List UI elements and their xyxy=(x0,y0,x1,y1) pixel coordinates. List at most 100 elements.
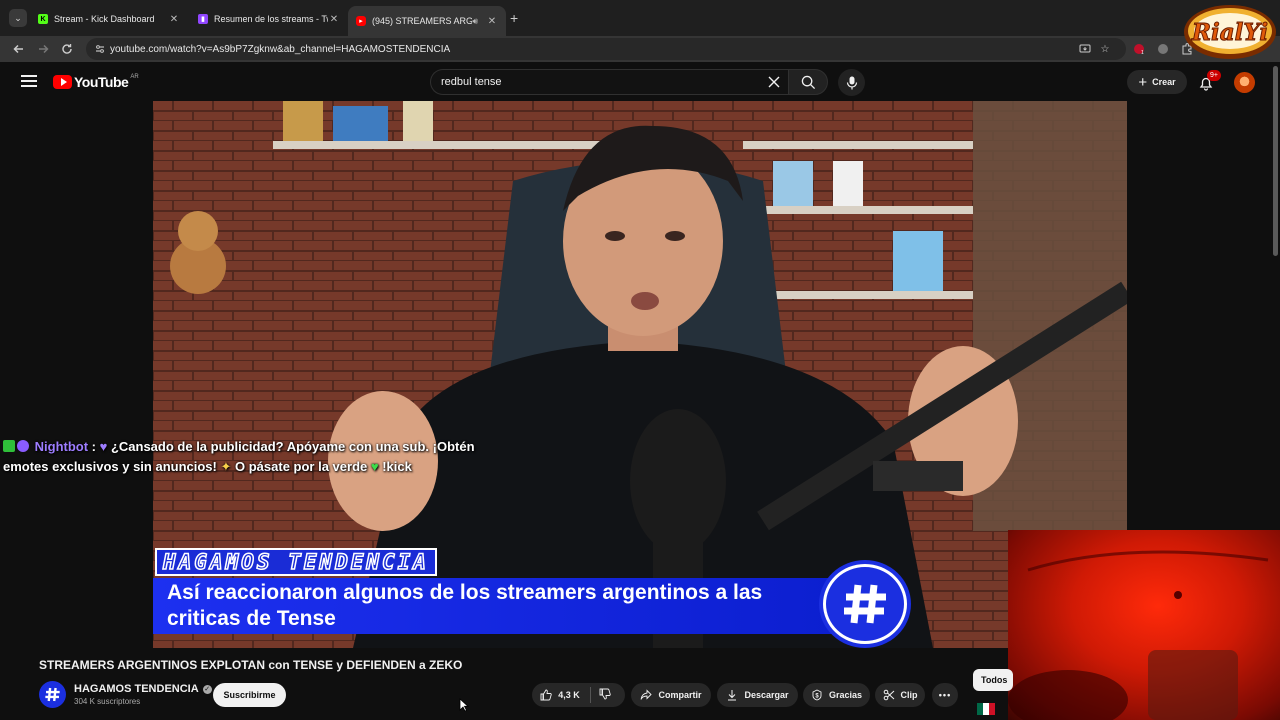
youtube-logo[interactable]: YouTube AR xyxy=(53,73,139,90)
back-button[interactable] xyxy=(10,40,28,58)
notifications-badge: 9+ xyxy=(1207,70,1221,81)
url-text: youtube.com/watch?v=As9bP7Zgknw&ab_chann… xyxy=(110,43,451,55)
youtube-icon: ▸ xyxy=(356,16,366,26)
chat-username: Nightbot xyxy=(34,439,89,454)
more-actions-button[interactable]: ••• xyxy=(932,683,958,707)
lower-third-tag: HAGAMOS TENDENCIA xyxy=(155,548,437,576)
tab-close-icon[interactable]: ✕ xyxy=(328,14,340,25)
browser-tab-kick[interactable]: K Stream - Kick Dashboard ✕ xyxy=(30,6,188,32)
share-icon xyxy=(641,689,653,700)
page-scrollbar[interactable] xyxy=(1273,66,1278,256)
search-button[interactable] xyxy=(788,69,828,95)
thumbs-up-icon xyxy=(540,689,552,701)
address-bar[interactable]: youtube.com/watch?v=As9bP7Zgknw&ab_chann… xyxy=(86,38,1126,60)
chat-text-line2a: emotes exclusivos y sin anuncios! xyxy=(3,459,217,474)
bookmark-star-icon[interactable]: ☆ xyxy=(1097,41,1113,57)
reload-button[interactable] xyxy=(58,40,76,58)
browser-toolbar: youtube.com/watch?v=As9bP7Zgknw&ab_chann… xyxy=(0,36,1280,62)
share-label: Compartir xyxy=(658,690,702,700)
like-count: 4,3 K xyxy=(558,690,580,700)
green-heart-icon: ♥ xyxy=(370,459,379,474)
account-avatar[interactable] xyxy=(1234,72,1255,93)
extension-icon[interactable]: 1 xyxy=(1131,41,1147,57)
channel-avatar[interactable] xyxy=(39,681,66,708)
twitch-icon: ▮ xyxy=(198,14,208,24)
forward-button[interactable] xyxy=(34,40,52,58)
tab-title: Resumen de los streams - Twitch xyxy=(214,14,328,24)
youtube-play-icon xyxy=(53,74,72,89)
more-icon: ••• xyxy=(938,690,952,700)
webcam-overlay xyxy=(1008,530,1280,720)
purple-heart-icon: ♥ xyxy=(99,439,108,454)
chat-line: emotes exclusivos y sin anuncios! ✦ O pá… xyxy=(3,457,483,477)
subscribe-button[interactable]: Suscribirme xyxy=(213,683,286,707)
chat-text-line2b: O pásate por la verde xyxy=(235,459,368,474)
filter-chip-all[interactable]: Todos xyxy=(973,669,1013,691)
sparkles-icon: ✦ xyxy=(220,459,232,474)
search-input[interactable]: redbul tense xyxy=(430,69,790,95)
clip-label: Clip xyxy=(900,690,918,700)
browser-tab-youtube[interactable]: ▸ (945) STREAMERS ARGENTINOS 🔊︎ ✕ xyxy=(348,6,506,36)
browser-tabstrip: ⌄ K Stream - Kick Dashboard ✕ ▮ Resumen … xyxy=(0,0,1280,36)
like-dislike-group: 4,3 K xyxy=(532,683,625,707)
tab-title: Stream - Kick Dashboard xyxy=(54,14,155,24)
audio-playing-icon[interactable]: 🔊︎ xyxy=(472,16,478,27)
clip-button[interactable]: Clip xyxy=(875,683,925,707)
divider xyxy=(589,687,591,703)
super-thanks-icon: $ xyxy=(812,689,822,701)
new-tab-button[interactable]: + xyxy=(510,10,518,26)
browser-tab-twitch[interactable]: ▮ Resumen de los streams - Twitch ✕ xyxy=(190,6,348,32)
search-query: redbul tense xyxy=(441,76,502,88)
svg-text:1: 1 xyxy=(1141,50,1144,55)
create-label: Crear xyxy=(1152,77,1176,87)
download-icon xyxy=(728,690,737,701)
hashtag-logo-icon xyxy=(823,564,907,644)
search-icon xyxy=(801,75,815,89)
download-label: Descargar xyxy=(744,690,789,700)
voice-search-button[interactable] xyxy=(838,69,865,96)
clear-search-icon[interactable] xyxy=(766,74,782,90)
streamer-logo-overlay: RialYi xyxy=(1180,2,1278,62)
lower-third-bar: Así reaccionaron algunos de los streamer… xyxy=(153,578,833,634)
share-button[interactable]: Compartir xyxy=(631,683,711,707)
checkmark-badge-icon xyxy=(3,440,15,452)
kick-icon: K xyxy=(38,14,48,24)
video-title: STREAMERS ARGENTINOS EXPLOTAN con TENSE … xyxy=(39,658,463,672)
create-button[interactable]: + Crear xyxy=(1127,70,1187,94)
install-app-icon[interactable] xyxy=(1077,41,1093,57)
country-code: AR xyxy=(130,73,139,80)
guide-menu-icon[interactable] xyxy=(21,75,37,87)
lower-third-banner: HAGAMOS TENDENCIA Así reaccionaron algun… xyxy=(153,546,1127,648)
chat-overlay: Nightbot : ♥ ¿Cansado de la publicidad? … xyxy=(3,437,483,477)
lower-third-caption: Así reaccionaron algunos de los streamer… xyxy=(167,581,763,630)
subscriber-count: 304 K suscriptores xyxy=(74,697,141,706)
channel-name-link[interactable]: HAGAMOS TENDENCIA ✓ xyxy=(74,683,212,695)
youtube-masthead: YouTube AR redbul tense + Crear 9+ xyxy=(0,62,1280,101)
download-button[interactable]: Descargar xyxy=(717,683,798,707)
tab-title: (945) STREAMERS ARGENTINOS xyxy=(372,16,473,26)
tab-close-icon[interactable]: ✕ xyxy=(486,16,498,27)
svg-text:$: $ xyxy=(815,694,819,700)
thanks-button[interactable]: $ Gracias xyxy=(803,683,870,707)
chat-line: Nightbot : ♥ ¿Cansado de la publicidad? … xyxy=(3,437,483,457)
dislike-button[interactable] xyxy=(599,688,617,702)
verified-badge-icon: ✓ xyxy=(202,684,212,694)
mexico-flag-icon xyxy=(977,703,995,715)
youtube-wordmark: YouTube xyxy=(74,73,129,90)
thumbs-down-icon xyxy=(599,688,611,700)
tab-search-button[interactable]: ⌄ xyxy=(9,9,27,27)
bot-badge-icon xyxy=(17,440,29,452)
logo-text: RialYi xyxy=(1191,19,1268,46)
chat-text-line2c: !kick xyxy=(382,459,412,474)
scissors-icon xyxy=(883,689,894,701)
plus-icon: + xyxy=(1138,73,1148,91)
like-button[interactable]: 4,3 K xyxy=(540,689,580,701)
microphone-icon xyxy=(846,76,857,89)
channel-name: HAGAMOS TENDENCIA xyxy=(74,683,199,695)
site-info-icon[interactable] xyxy=(94,43,106,55)
chat-text-line1: ¿Cansado de la publicidad? Apóyame con u… xyxy=(110,439,475,454)
extension-globe-icon[interactable] xyxy=(1155,41,1171,57)
video-player[interactable]: HAGAMOS TENDENCIA Así reaccionaron algun… xyxy=(153,101,1127,648)
thanks-label: Gracias xyxy=(828,690,863,700)
tab-close-icon[interactable]: ✕ xyxy=(168,14,180,25)
